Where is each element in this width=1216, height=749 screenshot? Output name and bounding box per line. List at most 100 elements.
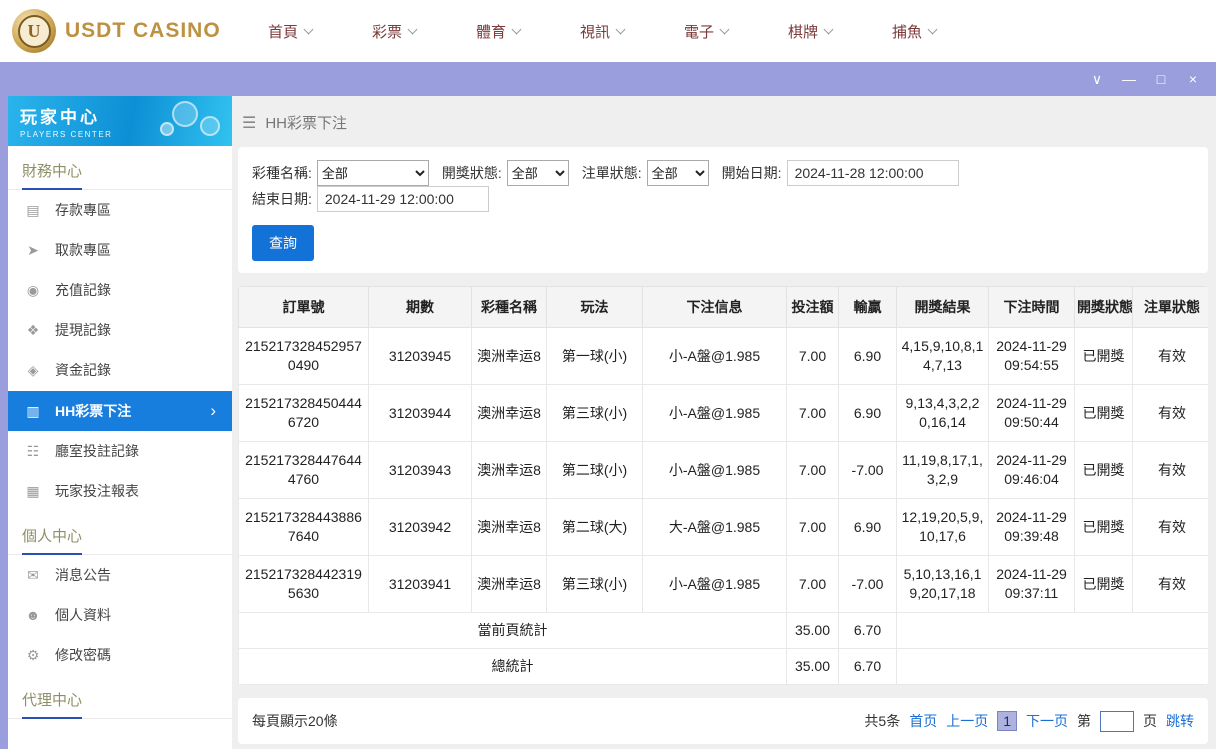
table-cell: 有效 xyxy=(1132,441,1208,499)
table-cell: -7.00 xyxy=(838,441,897,499)
draw-status-label: 開獎狀態: xyxy=(441,165,502,181)
summary-bet-total: 35.00 xyxy=(786,648,839,685)
nav-item-label: 捕魚 xyxy=(891,23,922,41)
billiard-ball-decoration xyxy=(160,122,174,136)
nav-item-label: 體育 xyxy=(475,23,506,41)
table-row: 2152173284476444760 31203943 澳洲幸运8 第二球(小) 小-… xyxy=(238,441,1208,499)
sidebar-item-change-password[interactable]: ⚙ 修改密碼 xyxy=(8,635,232,675)
sidebar-item-fund-records[interactable]: ◈ 資金記錄 xyxy=(8,350,232,390)
nav-item-label: 棋牌 xyxy=(787,23,818,41)
nav-item-3[interactable]: 體育 xyxy=(446,0,550,62)
column-header: 下注時間 xyxy=(988,286,1075,328)
table-cell: 已開獎 xyxy=(1074,327,1133,385)
table-cell: 31203944 xyxy=(368,384,472,442)
nav-item-5[interactable]: 電子 xyxy=(654,0,758,62)
order-status-select[interactable]: 全部 xyxy=(646,160,709,186)
table-cell: 已開獎 xyxy=(1074,555,1133,613)
recharge-records-icon: ◉ xyxy=(26,281,40,298)
sidebar-item-label: 取款專區 xyxy=(55,242,111,258)
maximize-icon[interactable]: □ xyxy=(1148,67,1174,91)
table-cell: -7.00 xyxy=(838,555,897,613)
table-footer: 每頁顯示20條 共5条 首页 上一页 1 下一页 第 页 跳转 xyxy=(238,698,1208,744)
sidebar-item-label: 個人資料 xyxy=(55,607,111,623)
end-date-input[interactable] xyxy=(316,186,489,212)
prev-page-link[interactable]: 上一页 xyxy=(946,711,988,731)
draw-status-select[interactable]: 全部 xyxy=(506,160,569,186)
sidebar-item-label: 廳室投註記錄 xyxy=(55,443,139,459)
table-cell: 2152173284504446720 xyxy=(238,384,369,442)
chevron-down-icon[interactable]: ∨ xyxy=(1084,67,1110,91)
lottery-name-select[interactable]: 全部 xyxy=(316,160,429,186)
start-date-input[interactable] xyxy=(786,160,959,186)
nav-item-1[interactable]: 首頁 xyxy=(238,0,342,62)
column-header: 開獎結果 xyxy=(896,286,989,328)
column-header: 投注額 xyxy=(786,286,839,328)
table-cell: 有效 xyxy=(1132,327,1208,385)
table-cell: 2152173284423195630 xyxy=(238,555,369,613)
table-cell: 2152173284529570490 xyxy=(238,327,369,385)
section-title-text: 個人中心 xyxy=(22,525,83,555)
jump-button[interactable]: 跳转 xyxy=(1166,711,1194,731)
minimize-icon[interactable]: — xyxy=(1116,67,1142,91)
sidebar-item-hh-lottery-bets[interactable]: ▥ HH彩票下注 › xyxy=(8,391,232,431)
nav-item-4[interactable]: 視訊 xyxy=(550,0,654,62)
table-cell: 澳洲幸运8 xyxy=(471,555,547,613)
next-page-link[interactable]: 下一页 xyxy=(1026,711,1068,731)
page-jump-input[interactable] xyxy=(1100,710,1134,732)
lottery-name-label: 彩種名稱: xyxy=(252,165,312,181)
chevron-down-icon xyxy=(823,24,834,34)
change-password-icon: ⚙ xyxy=(26,646,40,663)
sidebar-item-label: 資金記錄 xyxy=(55,362,111,378)
table-cell: 31203941 xyxy=(368,555,472,613)
current-page[interactable]: 1 xyxy=(997,711,1017,731)
player-bet-report-icon: ▦ xyxy=(26,482,40,499)
table-cell: 2024-11-29 09:37:11 xyxy=(988,555,1075,613)
close-icon[interactable]: × xyxy=(1180,67,1206,91)
table-row: 2152173284529570490 31203945 澳洲幸运8 第一球(小) 小-… xyxy=(238,327,1208,385)
announcements-icon: ✉ xyxy=(27,566,39,583)
table-cell: 第三球(小) xyxy=(546,384,643,442)
table-cell: 7.00 xyxy=(786,555,839,613)
sidebar-item-recharge-records[interactable]: ◉ 充值記錄 xyxy=(8,270,232,310)
table-cell: 澳洲幸运8 xyxy=(471,384,547,442)
withdraw-area-icon: ➤ xyxy=(27,241,39,258)
column-header: 期數 xyxy=(368,286,472,328)
table-cell: 有效 xyxy=(1132,498,1208,556)
jump-suffix-label: 页 xyxy=(1143,713,1157,729)
page-size-text: 每頁顯示20條 xyxy=(252,713,338,729)
table-cell: 澳洲幸运8 xyxy=(471,327,547,385)
chevron-down-icon xyxy=(927,24,938,34)
billiard-ball-decoration xyxy=(172,101,198,127)
search-button[interactable]: 查詢 xyxy=(252,225,314,261)
filter-panel: 彩種名稱: 全部 開獎狀態: 全部 注單狀態: 全部 開始日期: 2024-11… xyxy=(238,147,1208,273)
sidebar-item-label: 修改密碼 xyxy=(55,647,111,663)
sidebar-item-room-bet-records[interactable]: ☷ 廳室投註記錄 xyxy=(8,431,232,471)
room-bet-records-icon: ☷ xyxy=(26,442,40,459)
table-row: 2152173284423195630 31203941 澳洲幸运8 第三球(小) 小-… xyxy=(238,555,1208,613)
hamburger-menu-icon[interactable]: ☰ xyxy=(242,113,256,133)
table-cell: 2152173284476444760 xyxy=(238,441,369,499)
nav-item-6[interactable]: 棋牌 xyxy=(758,0,862,62)
logo[interactable]: U USDT CASINO xyxy=(0,9,238,53)
sidebar-item-label: 玩家投注報表 xyxy=(55,483,139,499)
table-cell: 7.00 xyxy=(786,441,839,499)
sidebar-item-withdraw-area[interactable]: ➤ 取款專區 xyxy=(8,230,232,270)
table-cell: 31203942 xyxy=(368,498,472,556)
table-cell: 大-A盤@1.985 xyxy=(642,498,787,556)
column-header: 訂單號 xyxy=(238,286,369,328)
sidebar-item-profile[interactable]: ☻ 個人資料 xyxy=(8,595,232,635)
summary-row: 當前頁統計 35.00 6.70 xyxy=(238,612,1208,649)
first-page-link[interactable]: 首页 xyxy=(909,711,937,731)
nav-item-7[interactable]: 捕魚 xyxy=(862,0,966,62)
page-title: HH彩票下注 xyxy=(265,115,348,132)
sidebar-item-announcements[interactable]: ✉ 消息公告 xyxy=(8,555,232,595)
table-cell: 7.00 xyxy=(786,384,839,442)
sidebar-item-label: 存款專區 xyxy=(55,202,111,218)
sidebar-item-player-bet-report[interactable]: ▦ 玩家投注報表 xyxy=(8,471,232,511)
table-cell: 7.00 xyxy=(786,327,839,385)
sidebar-item-withdrawal-records[interactable]: ❖ 提現記錄 xyxy=(8,310,232,350)
summary-label: 總統計 xyxy=(238,648,787,685)
sidebar-item-deposit-area[interactable]: ▤ 存款專區 xyxy=(8,190,232,230)
column-header: 輸贏 xyxy=(838,286,897,328)
nav-item-2[interactable]: 彩票 xyxy=(342,0,446,62)
